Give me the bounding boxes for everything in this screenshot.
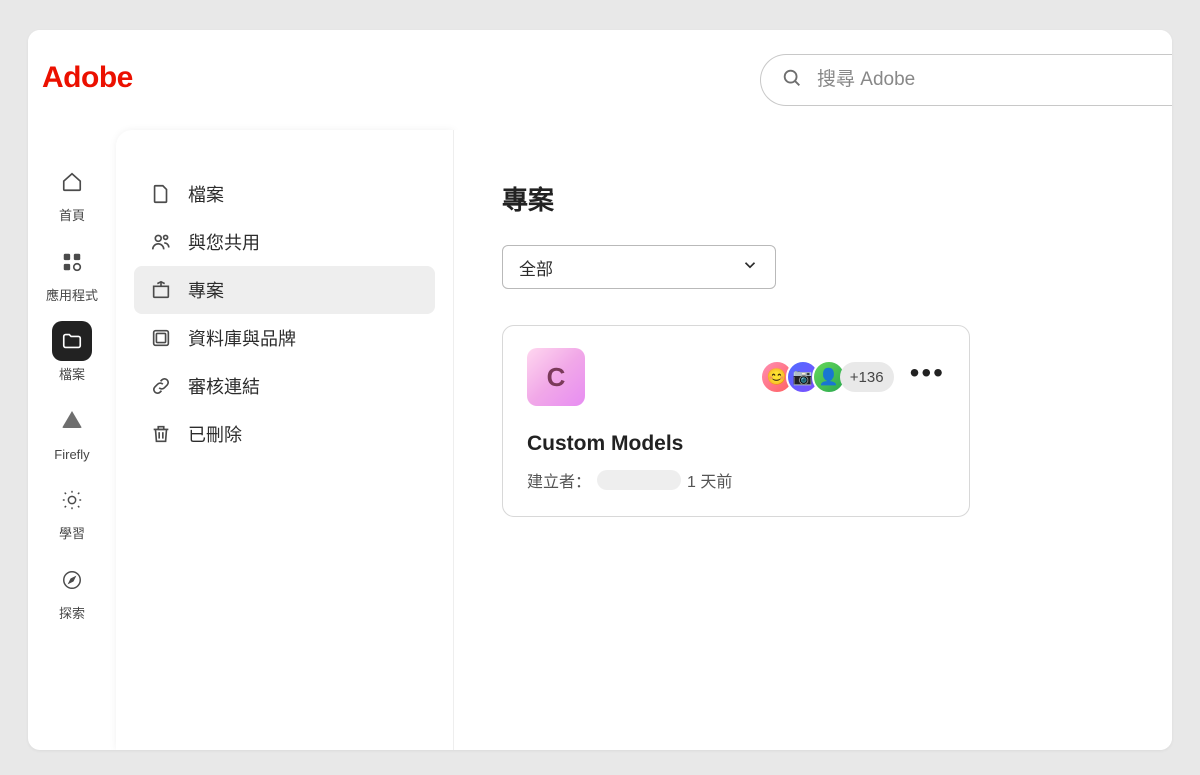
rail-apps-label: 應用程式	[46, 288, 98, 304]
project-card[interactable]: C 😊 📷 👤 +136 ••• Custom Models 建立者：	[502, 325, 970, 517]
project-thumbnail: C	[527, 348, 585, 406]
sidebar-deleted-label: 已刪除	[188, 421, 242, 447]
sidebar-shared-label: 與您共用	[188, 229, 260, 255]
sidebar-item-libraries[interactable]: 資料庫與品牌	[134, 314, 435, 362]
sidebar-libraries-label: 資料庫與品牌	[188, 325, 296, 351]
page-title: 專案	[502, 180, 1124, 217]
rail-home-label: 首頁	[59, 208, 85, 224]
rail-apps[interactable]: 應用程式	[36, 242, 108, 304]
rail-files-label: 檔案	[59, 367, 85, 383]
folder-icon	[52, 321, 92, 361]
library-icon	[150, 327, 172, 349]
project-title: Custom Models	[527, 432, 945, 456]
home-icon	[52, 162, 92, 202]
collaborator-avatars[interactable]: 😊 📷 👤 +136	[760, 360, 894, 394]
filter-select[interactable]: 全部	[502, 245, 776, 289]
rail-explore-label: 探索	[59, 606, 85, 622]
search-icon	[781, 67, 803, 94]
apps-icon	[52, 242, 92, 282]
sidebar-item-shared[interactable]: 與您共用	[134, 218, 435, 266]
trash-icon	[150, 423, 172, 445]
sidebar-item-projects[interactable]: 專案	[134, 266, 435, 314]
compass-icon	[52, 560, 92, 600]
sidebar-files-label: 檔案	[188, 181, 224, 207]
creator-name-redacted	[597, 470, 681, 490]
lightbulb-icon	[52, 480, 92, 520]
rail-firefly-label: Firefly	[54, 447, 89, 463]
chevron-down-icon	[741, 256, 759, 279]
rail-firefly[interactable]: Firefly	[36, 401, 108, 463]
sidebar-item-files[interactable]: 檔案	[134, 170, 435, 218]
rail-learn[interactable]: 學習	[36, 480, 108, 542]
avatar-more-count: +136	[840, 362, 894, 392]
filter-value: 全部	[519, 255, 553, 280]
sidebar-projects-label: 專案	[188, 277, 224, 303]
link-icon	[150, 375, 172, 397]
project-meta: 建立者： 1 天前	[527, 468, 945, 492]
rail-explore[interactable]: 探索	[36, 560, 108, 622]
rail-home[interactable]: 首頁	[36, 162, 108, 224]
more-options-button[interactable]: •••	[910, 359, 945, 395]
search-box[interactable]	[760, 54, 1172, 106]
sidebar-item-review[interactable]: 審核連結	[134, 362, 435, 410]
people-icon	[150, 231, 172, 253]
sidebar-review-label: 審核連結	[188, 373, 260, 399]
search-input[interactable]	[817, 69, 1172, 91]
creator-label: 建立者：	[527, 468, 591, 492]
file-icon	[150, 183, 172, 205]
firefly-icon	[52, 401, 92, 441]
rail-files[interactable]: 檔案	[36, 321, 108, 383]
adobe-logo[interactable]: Adobe	[42, 61, 133, 95]
projects-icon	[150, 279, 172, 301]
rail-learn-label: 學習	[59, 526, 85, 542]
sidebar-item-deleted[interactable]: 已刪除	[134, 410, 435, 458]
project-timestamp: 1 天前	[687, 468, 732, 492]
